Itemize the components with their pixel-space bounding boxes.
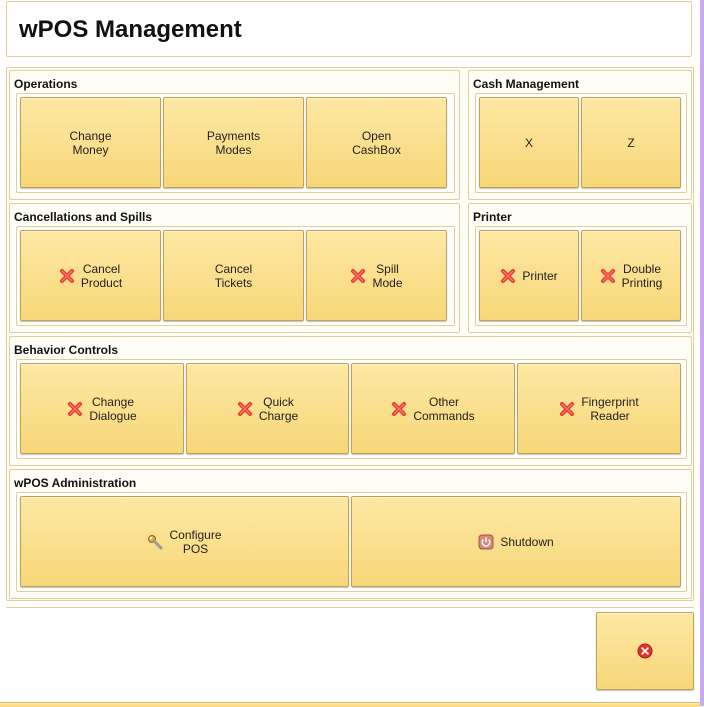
fingerprint-reader-label: Fingerprint Reader: [581, 394, 639, 423]
x-report-button[interactable]: X: [479, 97, 579, 188]
quick-charge-label: Quick Charge: [258, 394, 299, 423]
other-commands-button[interactable]: Other Commands: [351, 363, 515, 454]
red-x-icon: [237, 401, 253, 417]
cancel-product-label: Cancel Product: [80, 261, 123, 290]
bottom-strip: [0, 702, 700, 707]
red-x-icon: [500, 268, 516, 284]
printer-button[interactable]: Printer: [479, 230, 579, 321]
printer-label: Printer: [522, 268, 558, 283]
behavior-controls-title: Behavior Controls: [14, 343, 119, 357]
main-panel: Operations Change Money Payments Modes O…: [6, 67, 694, 601]
cancel-tickets-button[interactable]: Cancel Tickets: [163, 230, 304, 321]
window-right-border: [700, 0, 704, 706]
quick-charge-button[interactable]: Quick Charge: [186, 363, 349, 454]
red-x-icon: [391, 401, 407, 417]
payments-modes-label: Payments Modes: [206, 128, 261, 157]
cancellations-title: Cancellations and Spills: [14, 210, 153, 224]
wrench-icon: [147, 534, 163, 550]
cash-management-title: Cash Management: [473, 77, 580, 91]
red-x-icon: [559, 401, 575, 417]
double-printing-button[interactable]: Double Printing: [581, 230, 681, 321]
fingerprint-reader-button[interactable]: Fingerprint Reader: [517, 363, 681, 454]
bottom-divider: [6, 607, 694, 608]
red-x-icon: [59, 268, 75, 284]
configure-pos-button[interactable]: Configure POS: [20, 496, 349, 587]
change-money-button[interactable]: Change Money: [20, 97, 161, 188]
printer-title: Printer: [473, 210, 512, 224]
cancel-product-button[interactable]: Cancel Product: [20, 230, 161, 321]
close-circle-icon: [637, 643, 653, 659]
operations-title: Operations: [14, 77, 78, 91]
change-dialogue-label: Change Dialogue: [89, 394, 137, 423]
z-report-button[interactable]: Z: [581, 97, 681, 188]
cancel-tickets-label: Cancel Tickets: [214, 261, 253, 290]
z-report-label: Z: [627, 135, 635, 150]
spill-mode-label: Spill Mode: [372, 261, 403, 290]
other-commands-label: Other Commands: [413, 394, 475, 423]
title-panel: wPOS Management: [6, 1, 692, 57]
x-report-label: X: [524, 135, 533, 150]
double-printing-label: Double Printing: [621, 261, 663, 290]
shutdown-label: Shutdown: [500, 534, 554, 549]
close-button[interactable]: [596, 612, 694, 690]
open-cashbox-label: Open CashBox: [352, 128, 401, 157]
page-title: wPOS Management: [19, 16, 242, 43]
red-x-icon: [350, 268, 366, 284]
configure-pos-label: Configure POS: [169, 527, 222, 556]
red-x-icon: [600, 268, 616, 284]
administration-title: wPOS Administration: [14, 476, 137, 490]
shutdown-button[interactable]: Shutdown: [351, 496, 681, 587]
power-icon: [478, 534, 494, 550]
change-dialogue-button[interactable]: Change Dialogue: [20, 363, 184, 454]
red-x-icon: [67, 401, 83, 417]
spill-mode-button[interactable]: Spill Mode: [306, 230, 447, 321]
payments-modes-button[interactable]: Payments Modes: [163, 97, 304, 188]
change-money-label: Change Money: [69, 128, 112, 157]
open-cashbox-button[interactable]: Open CashBox: [306, 97, 447, 188]
